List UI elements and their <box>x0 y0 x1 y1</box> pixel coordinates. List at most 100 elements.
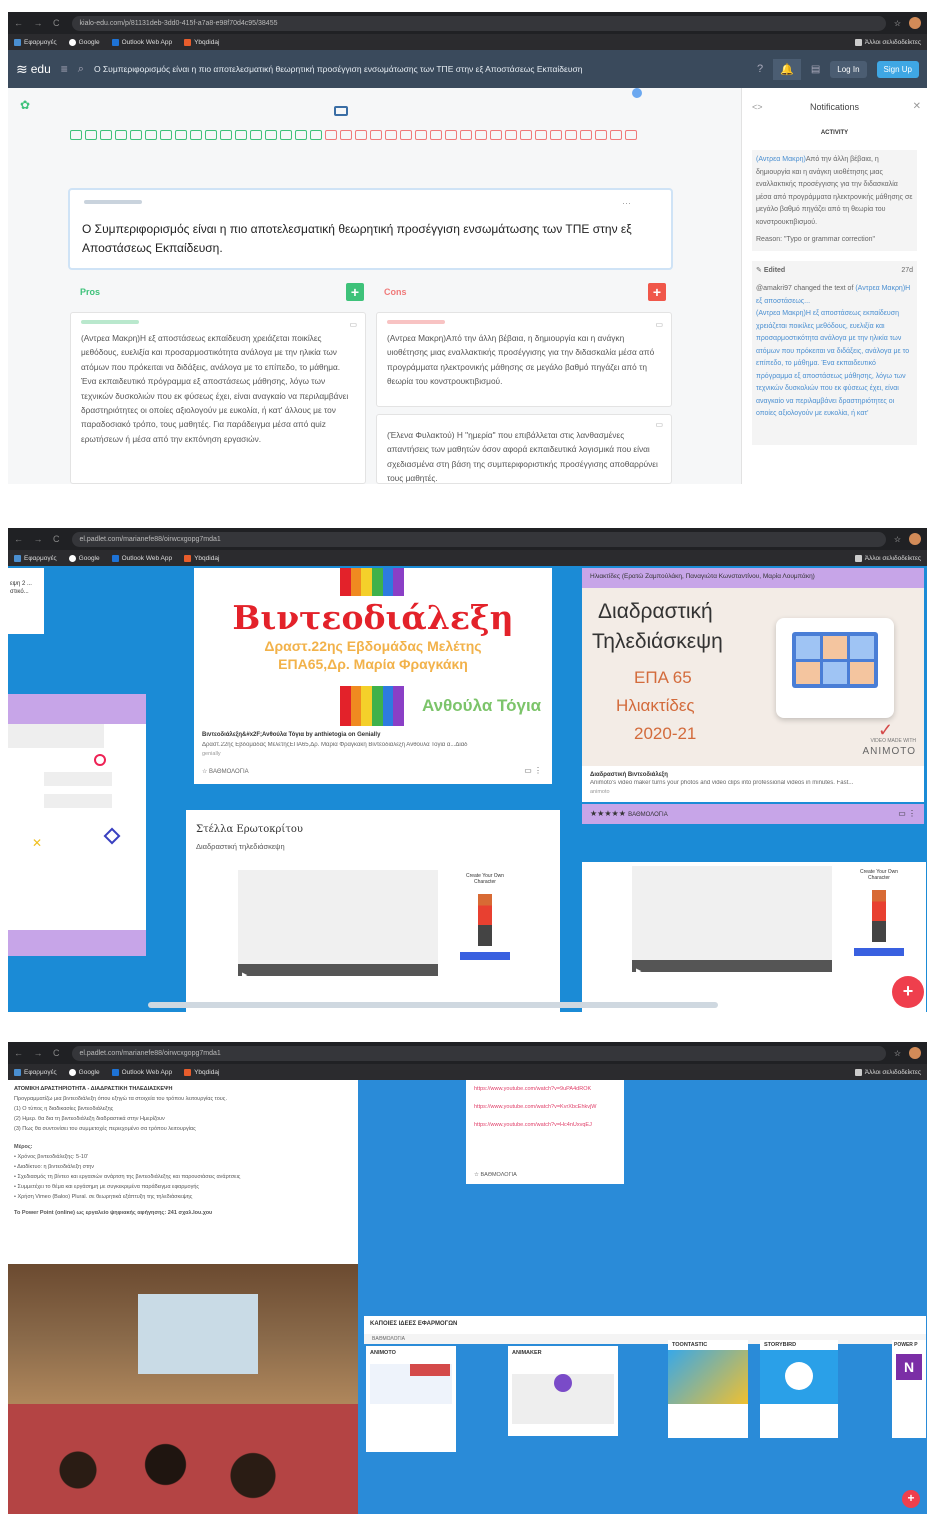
nav-arrows-icon[interactable]: ← → C <box>14 534 64 544</box>
bookmark-other[interactable]: Άλλοι σελιδοδείκτες <box>854 554 921 562</box>
bookmark-outlook[interactable]: Outlook Web App <box>111 38 172 46</box>
post-card-videolecture[interactable]: Βιντεοδιάλεξη Δραστ.22ης Εβδομάδας Μελέτ… <box>194 568 552 784</box>
login-button[interactable]: Log In <box>830 60 867 78</box>
bookmark-google[interactable]: Google <box>68 38 100 46</box>
comment-icon[interactable]: ▭ ⋮ <box>524 766 542 775</box>
profile-icon[interactable] <box>909 533 921 545</box>
argument-tree-map[interactable] <box>70 130 637 140</box>
add-con-button[interactable]: + <box>648 283 666 301</box>
app-card-toontastic[interactable]: TOONTASTIC <box>668 1340 748 1438</box>
pro-claim-card[interactable]: ▭ (Αντρεα Μακρη)Η εξ αποστάσεως εκπαίδευ… <box>70 312 366 484</box>
close-icon[interactable]: ✕ <box>913 101 921 112</box>
rating[interactable]: ☆ ΒΑΘΜΟΛΟΓΙΑ <box>202 768 249 775</box>
video-player[interactable]: Create Your Own Character ▶ <box>632 866 926 975</box>
video-player[interactable]: Create Your Own Character ▶ <box>238 870 532 979</box>
address-bar[interactable]: el.padlet.com/marianefe88/oirwcxgopg7mda… <box>71 531 886 547</box>
bookmark-google[interactable]: Google <box>68 554 100 562</box>
bookmark-other[interactable]: Άλλοι σελιδοδείκτες <box>854 38 921 46</box>
con-claim-card-1[interactable]: ▭ (Αντρεα Μακρη)Από την άλλη βέβαια, η δ… <box>376 312 672 407</box>
con-claim-meta <box>387 320 445 324</box>
link-item[interactable]: https://www.youtube.com/watch?v=Hc4nUxvq… <box>474 1120 616 1130</box>
kialo-logo[interactable]: ≋ edu <box>16 61 51 78</box>
five-stars-icon[interactable]: ★★★★★ <box>590 809 626 818</box>
con-claim-card-2[interactable]: ▭ (Έλενα Φυλακτού) Η "ημερία" που επιβάλ… <box>376 414 672 484</box>
rating[interactable]: ☆ ΒΑΘΜΟΛΟΓΙΑ <box>474 1170 517 1180</box>
chat-icon[interactable]: ▤ <box>811 64 820 75</box>
rainbow-banner-2 <box>340 686 405 726</box>
app-card-powerpoint[interactable]: POWER P N <box>892 1340 926 1438</box>
thesis-card[interactable]: ··· Ο Συμπεριφορισμός είναι η πιο αποτελ… <box>68 188 673 270</box>
post-card-links[interactable]: https://www.youtube.com/watch?v=9uPA4dRO… <box>466 1080 624 1184</box>
bookmarks-bar: Εφαρμογές Google Outlook Web App Ybqdida… <box>8 550 927 566</box>
nav-arrows-icon[interactable]: ← → C <box>14 1048 64 1058</box>
post-card-document[interactable]: ΑΤΟΜΙΚΗ ΔΡΑΣΤΗΡΙΟΤΗΤΑ - ΔΙΑΔΡΑΣΤΙΚΗ ΤΗΛΕ… <box>8 1080 358 1514</box>
create-button[interactable] <box>460 952 510 960</box>
bookmark-outlook[interactable]: Outlook Web App <box>111 554 172 562</box>
bookmark-4[interactable]: Ybqdidaj <box>184 38 219 46</box>
google-icon <box>68 554 76 562</box>
post-card-stella[interactable]: Στέλλα Ερωτοκρίτου Διαδραστική τηλεδιάσκ… <box>186 810 560 1012</box>
comment-icon[interactable]: ▭ ⋮ <box>898 809 916 819</box>
bookmark-other[interactable]: Άλλοι σελιδοδείκτες <box>854 1068 921 1076</box>
rating-bar[interactable]: ★★★★★ ΒΑΘΜΟΛΟΓΙΑ ▭ ⋮ <box>582 804 924 824</box>
comment-icon[interactable]: ▭ <box>655 318 663 332</box>
post-card-character[interactable]: Create Your Own Character ▶ <box>582 862 926 1012</box>
profile-icon[interactable] <box>909 1047 921 1059</box>
profile-icon[interactable] <box>909 17 921 29</box>
app-preview <box>512 1374 614 1424</box>
add-post-button[interactable]: + <box>902 1490 920 1508</box>
video-controls[interactable]: ▶ <box>632 960 832 975</box>
bookmark-apps[interactable]: Εφαρμογές <box>14 38 57 46</box>
post-caption[interactable]: Βιντεοδιάλεξη&#x2F;Ανθούλα Τόγια by anth… <box>202 732 380 738</box>
horizontal-scrollbar[interactable] <box>148 1002 718 1008</box>
search-icon[interactable]: ⌕ <box>78 63 84 76</box>
bell-icon[interactable]: 🔔 <box>773 58 801 80</box>
star-icon[interactable]: ☆ <box>894 1049 901 1058</box>
expand-icon[interactable]: <> <box>752 102 763 112</box>
play-icon[interactable]: ▶ <box>632 968 641 975</box>
app-card-storybird[interactable]: STORYBIRD <box>760 1340 838 1438</box>
left-card-diagram[interactable]: ✕ <box>8 694 146 956</box>
edited-label: Edited <box>763 266 786 274</box>
bookmark-4[interactable]: Ybqdidaj <box>184 1068 219 1076</box>
app-card-animaker[interactable]: ANIMAKER <box>508 1346 618 1436</box>
create-button[interactable] <box>854 948 904 956</box>
signup-button[interactable]: Sign Up <box>876 60 919 78</box>
globe-icon[interactable]: ✿ <box>20 98 30 112</box>
comment-icon[interactable]: ▭ <box>349 318 357 332</box>
notification-item-2[interactable]: ✎ Edited 27d @amakri97 changed the text … <box>752 260 917 445</box>
bookmark-apps[interactable]: Εφαρμογές <box>14 554 57 562</box>
help-icon[interactable]: ? <box>757 63 763 75</box>
nav-arrows-icon[interactable]: ← → C <box>14 18 64 28</box>
post-card-iliaktides[interactable]: Ηλιακτίδες (Ερατώ Ζαμπούλάκη, Παναγιώτα … <box>582 568 924 802</box>
play-icon[interactable]: ▶ <box>238 972 247 979</box>
bookmark-apps[interactable]: Εφαρμογές <box>14 1068 57 1076</box>
bookmarks-bar: Εφαρμογές Google Outlook Web App Ybqdida… <box>8 34 927 50</box>
link-item[interactable]: https://www.youtube.com/watch?v=9uPA4dRO… <box>474 1084 616 1094</box>
post-caption[interactable]: Διαδραστική Βιντεοδιάλεξη <box>590 772 668 778</box>
outlook-icon <box>111 38 119 46</box>
star-icon[interactable]: ☆ <box>894 535 901 544</box>
app-card-animoto[interactable]: ANIMOTO <box>366 1346 456 1452</box>
add-pro-button[interactable]: + <box>346 283 364 301</box>
menu-icon[interactable]: ≡ <box>61 62 68 76</box>
star-icon[interactable]: ☆ <box>202 769 209 775</box>
link-item[interactable]: https://www.youtube.com/watch?v=KvrXbcEh… <box>474 1102 616 1112</box>
comment-icon[interactable]: ▭ <box>655 418 663 432</box>
tab-activity[interactable]: ACTIVITY <box>742 130 927 136</box>
left-card-top[interactable]: εψη 2 ... στικό... <box>8 568 44 634</box>
bookmark-google[interactable]: Google <box>68 1068 100 1076</box>
notification-item-1[interactable]: (Αντρεα Μακρη)Από την άλλη βέβαια, η δημ… <box>752 150 917 251</box>
scroll-indicator[interactable] <box>632 88 642 98</box>
video-controls[interactable]: ▶ <box>238 964 438 979</box>
bookmark-outlook[interactable]: Outlook Web App <box>111 1068 172 1076</box>
address-bar[interactable]: el.padlet.com/marianefe88/oirwcxgopg7mda… <box>71 1045 886 1061</box>
notification-author[interactable]: (Αντρεα Μακρη) <box>756 156 806 163</box>
more-icon[interactable]: ··· <box>622 194 631 213</box>
star-icon[interactable]: ☆ <box>894 19 901 28</box>
section-rating[interactable]: ΒΑΘΜΟΛΟΓΙΑ <box>364 1334 926 1344</box>
address-bar[interactable]: kialo-edu.com/p/81131deb-3dd0-415f-a7a8-… <box>71 15 886 31</box>
add-post-button[interactable]: + <box>892 976 924 1008</box>
bookmark-4[interactable]: Ybqdidaj <box>184 554 219 562</box>
tree-node-icon[interactable] <box>334 106 348 116</box>
